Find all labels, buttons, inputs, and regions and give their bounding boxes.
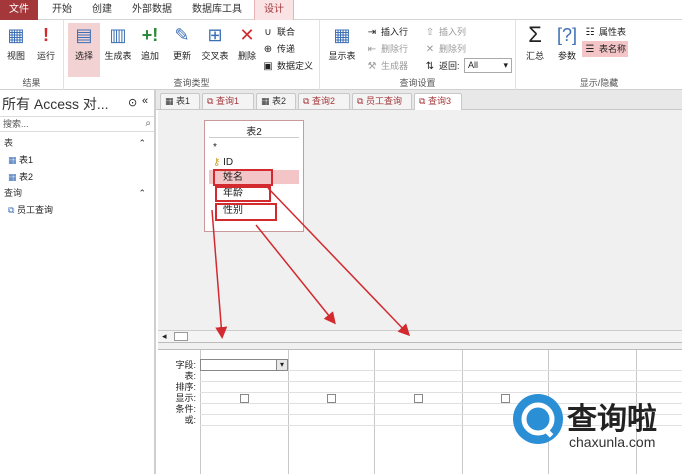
arrow-line	[211, 209, 228, 339]
logo-text: 查询啦	[567, 402, 657, 437]
watermark-logo: 查询啦 chaxunla.com	[505, 388, 682, 474]
logo-mark-icon	[513, 394, 563, 444]
logo-url: chaxunla.com	[569, 434, 656, 450]
arrow-line	[267, 187, 411, 337]
arrow-line	[255, 224, 336, 325]
